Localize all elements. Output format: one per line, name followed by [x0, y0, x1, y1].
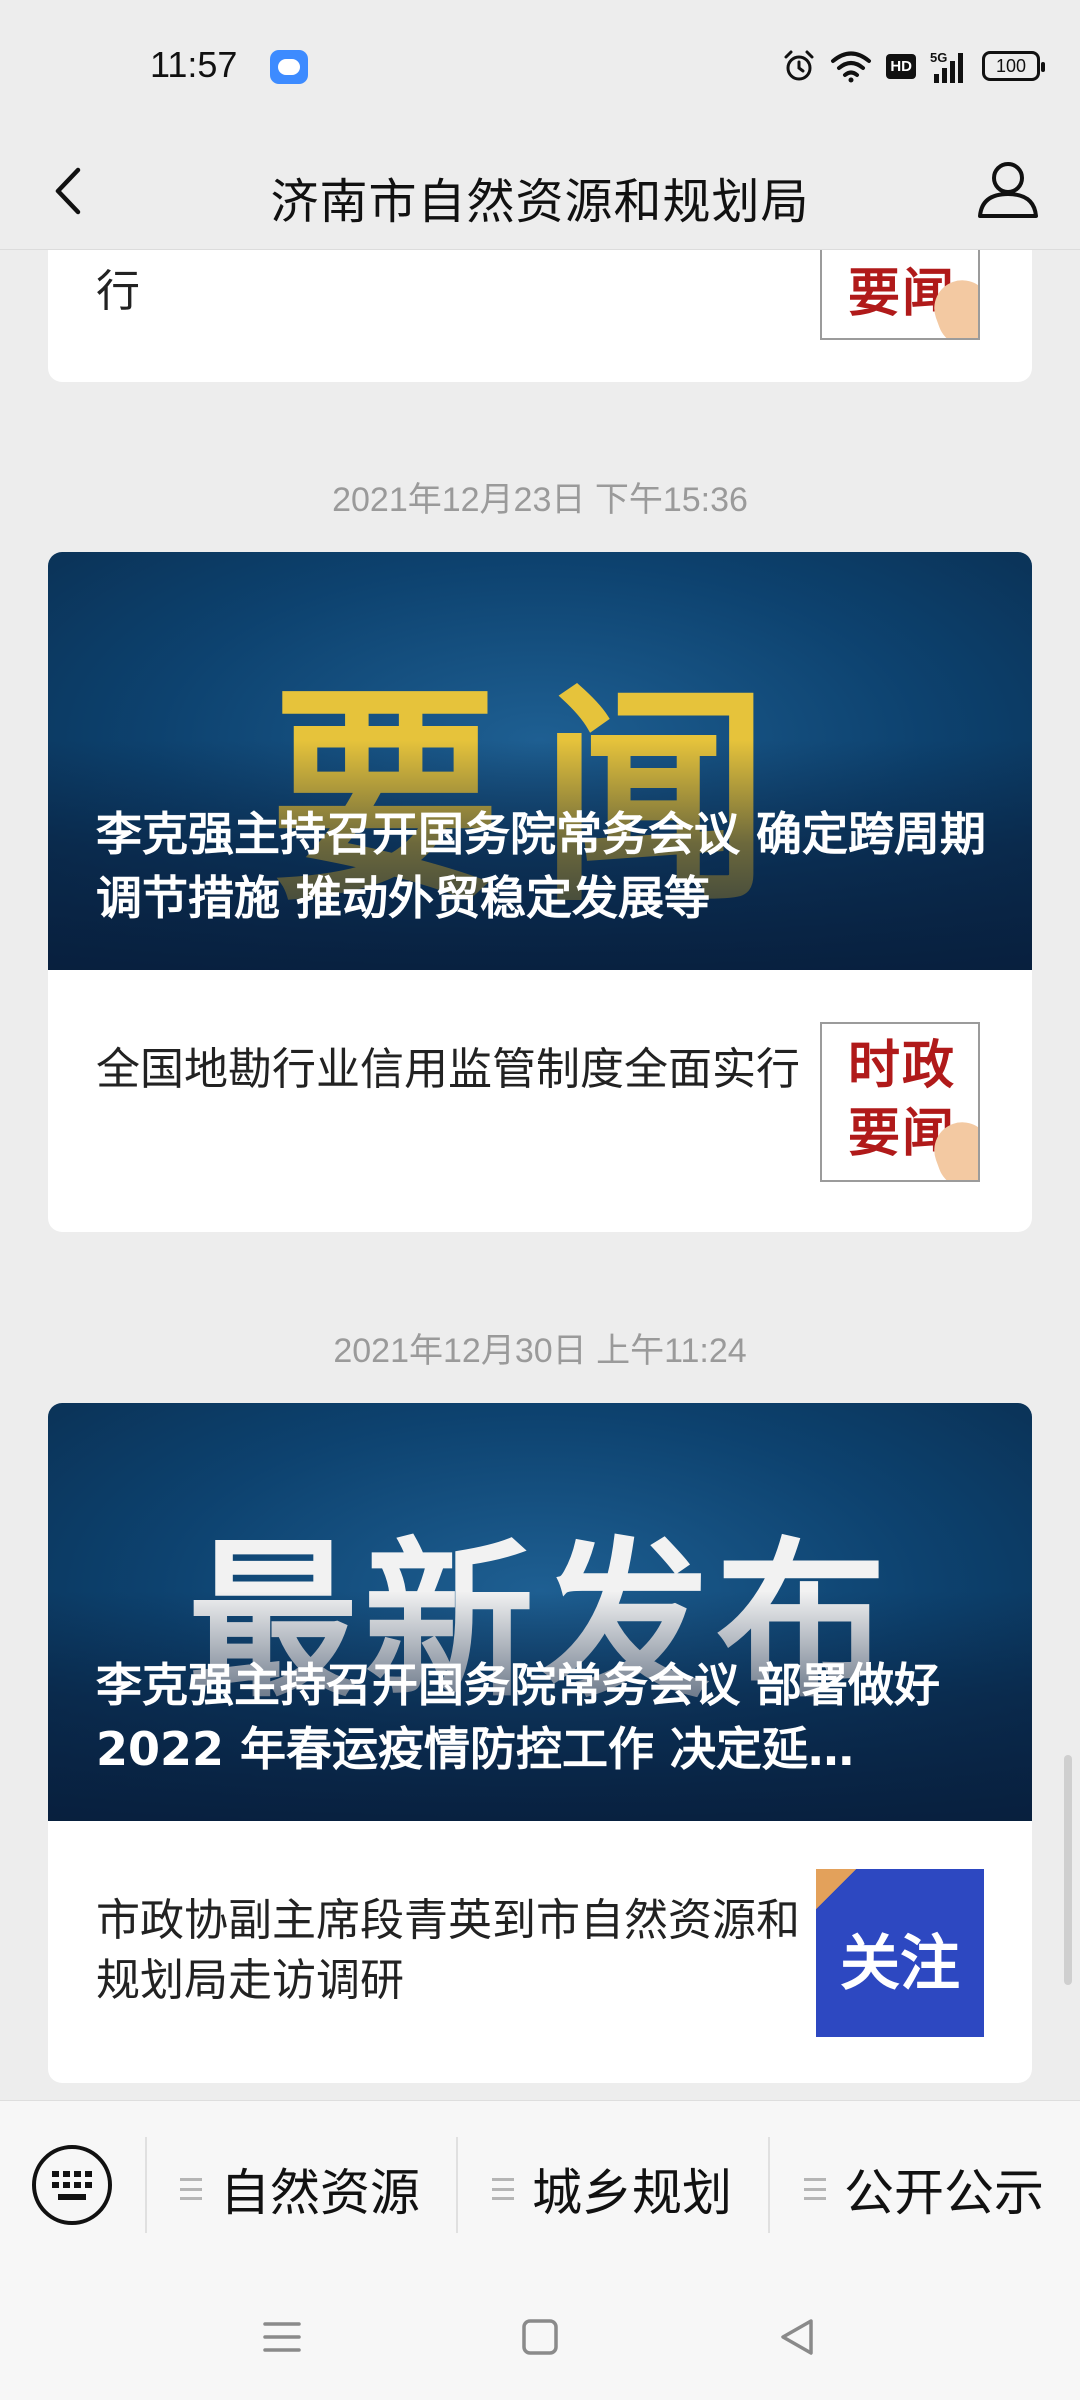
svg-text:5G: 5G — [930, 50, 947, 65]
message-timestamp: 2021年12月23日 下午15:36 — [332, 481, 748, 519]
article-title: 市政协副主席段青英到市自然资源和规划局走访调研 — [96, 1895, 800, 2006]
signal-icon: 5G — [930, 50, 963, 83]
menu-lines-icon — [492, 2178, 514, 2200]
cloud-app-icon — [270, 50, 308, 84]
hd-icon: HD — [886, 53, 916, 79]
menu-item-label: 自然资源 — [220, 2164, 420, 2222]
status-icons: HD 5G 100 — [782, 46, 1045, 86]
keyboard-icon[interactable] — [30, 2143, 114, 2227]
article-title: 全国地勘行业信用监管制度全面实行 — [96, 1044, 800, 1095]
bottom-menu-bar: 自然资源 城乡规划 公开公示 — [0, 2100, 1080, 2272]
scrollbar[interactable] — [1064, 1755, 1072, 1985]
menu-lines-icon — [180, 2178, 202, 2200]
article-card[interactable]: 行 要闻 — [48, 250, 1032, 382]
system-navigation-bar — [0, 2272, 1080, 2400]
back-triangle-icon[interactable] — [773, 2312, 823, 2362]
banner-headline: 李克强主持召开国务院常务会议 部署做好 2022 年春运疫情防控工作 决定延… — [96, 1658, 941, 1776]
article-banner[interactable]: 最新发布 李克强主持召开国务院常务会议 部署做好 2022 年春运疫情防控工作 … — [48, 1403, 1032, 1821]
article-thumbnail: 要闻 — [820, 250, 980, 340]
menu-item-label: 公开公示 — [844, 2164, 1044, 2222]
menu-divider — [456, 2137, 458, 2233]
article-banner[interactable]: 要闻 李克强主持召开国务院常务会议 确定跨周期调节措施 推动外贸稳定发展等 — [48, 552, 1032, 970]
alarm-icon — [784, 50, 814, 81]
wifi-icon — [831, 51, 872, 83]
article-card[interactable]: 最新发布 李克强主持召开国务院常务会议 部署做好 2022 年春运疫情防控工作 … — [48, 1403, 1032, 2083]
article-thumbnail: 时政要闻 — [820, 1022, 980, 1182]
top-navigation-bar: 济南市自然资源和规划局 — [0, 132, 1080, 250]
menu-item-urban-rural-planning[interactable]: 城乡规划 — [492, 2149, 732, 2229]
banner-headline: 李克强主持召开国务院常务会议 确定跨周期调节措施 推动外贸稳定发展等 — [96, 807, 987, 925]
menu-item-natural-resources[interactable]: 自然资源 — [180, 2149, 420, 2229]
menu-item-public-notice[interactable]: 公开公示 — [804, 2149, 1044, 2229]
article-thumbnail: 关注 — [816, 1869, 984, 2037]
status-time: 11:57 — [150, 44, 238, 85]
menu-divider — [145, 2137, 147, 2233]
message-timestamp: 2021年12月30日 上午11:24 — [333, 1332, 747, 1370]
thumbnail-text: 关注 — [840, 1929, 960, 1999]
menu-icon[interactable] — [257, 2312, 307, 2362]
home-square-icon[interactable] — [515, 2312, 565, 2362]
status-bar: 11:57 HD 5G 100 — [0, 0, 1080, 132]
list-item[interactable]: 全国地勘行业信用监管制度全面实行 时政要闻 — [48, 970, 1032, 1230]
battery-icon: 100 — [982, 51, 1045, 81]
page-title: 济南市自然资源和规划局 — [270, 174, 810, 230]
list-item[interactable]: 市政协副主席段青英到市自然资源和规划局走访调研 关注 — [48, 1821, 1032, 2081]
menu-lines-icon — [804, 2178, 826, 2200]
article-card[interactable]: 要闻 李克强主持召开国务院常务会议 确定跨周期调节措施 推动外贸稳定发展等 全国… — [48, 552, 1032, 1232]
menu-item-label: 城乡规划 — [532, 2164, 732, 2222]
article-title: 行 — [96, 266, 140, 317]
person-icon[interactable] — [968, 150, 1048, 230]
menu-divider — [768, 2137, 770, 2233]
message-feed[interactable]: 行 要闻 2021年12月23日 下午15:36 要闻 李克强主持召开国务院常务… — [0, 250, 1080, 2100]
